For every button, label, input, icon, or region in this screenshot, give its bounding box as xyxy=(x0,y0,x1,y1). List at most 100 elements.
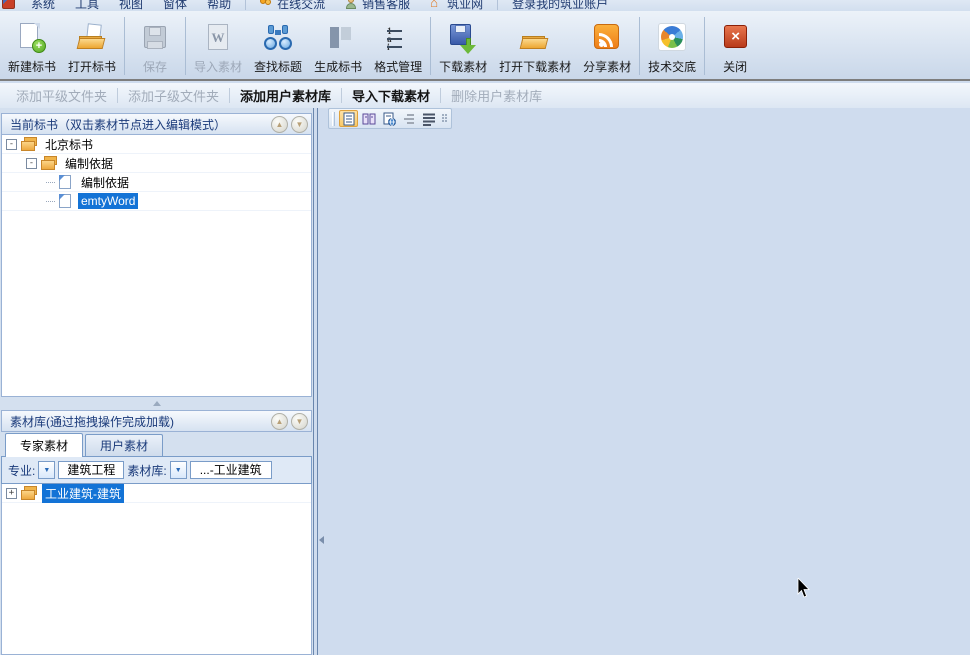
close-icon: × xyxy=(718,21,752,55)
tree-node-label[interactable]: 编制依据 xyxy=(78,173,132,192)
content-region: 当前标书（双击素材节点进入编辑模式） ▲ ▼ - 北京标书 - 编制依据 xyxy=(0,108,970,655)
collapse-expander-icon[interactable]: - xyxy=(6,139,17,150)
vertical-splitter[interactable] xyxy=(313,108,324,655)
open-downloaded-material-button[interactable]: 打开下载素材 xyxy=(493,13,577,79)
menu-system[interactable]: 系统 xyxy=(21,0,65,11)
major-filter-label: 专业: xyxy=(8,462,35,479)
draft-view-button[interactable] xyxy=(419,110,438,127)
find-title-button[interactable]: 查找标题 xyxy=(248,13,308,79)
book-view-icon xyxy=(362,112,376,126)
menu-tools[interactable]: 工具 xyxy=(65,0,109,11)
import-material-button[interactable]: W 导入素材 xyxy=(188,13,248,79)
menu-separator xyxy=(245,0,246,10)
expand-expander-icon[interactable]: + xyxy=(6,488,17,499)
indent-list-icon xyxy=(402,112,416,126)
move-down-button[interactable]: ▼ xyxy=(291,413,308,430)
save-floppy-icon xyxy=(138,21,172,55)
rss-share-icon xyxy=(590,21,624,55)
folder-icon xyxy=(41,156,58,170)
folder-icon xyxy=(21,137,38,151)
document-icon xyxy=(57,175,74,189)
collapse-expander-icon[interactable]: - xyxy=(26,158,37,169)
menu-view[interactable]: 视图 xyxy=(109,0,153,11)
action-bar: 添加平级文件夹 添加子级文件夹 添加用户素材库 导入下载素材 删除用户素材库 xyxy=(0,83,970,108)
delete-user-library-button[interactable]: 删除用户素材库 xyxy=(441,86,552,105)
add-child-folder-button[interactable]: 添加子级文件夹 xyxy=(118,86,229,105)
tab-expert-material[interactable]: 专家素材 xyxy=(5,433,83,457)
tab-user-material[interactable]: 用户素材 xyxy=(85,434,163,456)
tree-row[interactable]: + 工业建筑-建筑 xyxy=(2,484,311,503)
menu-zhuye-site[interactable]: ⌂ 筑业网 xyxy=(420,0,493,11)
toolbar-separator xyxy=(639,17,640,75)
tree-node-label-selected[interactable]: emtyWord xyxy=(78,193,138,209)
tree-node-label[interactable]: 编制依据 xyxy=(62,154,116,173)
tree-row[interactable]: - 编制依据 xyxy=(2,154,311,173)
toolbar-drag-handle[interactable] xyxy=(332,112,335,126)
document-globe-icon xyxy=(382,112,396,126)
library-filter-value[interactable]: ...-工业建筑 xyxy=(190,461,272,479)
open-folder-icon xyxy=(518,21,552,55)
generate-bid-button[interactable]: 生成标书 xyxy=(308,13,368,79)
person-icon xyxy=(345,0,358,9)
book-view-button[interactable] xyxy=(359,110,378,127)
app-logo-icon xyxy=(2,0,15,9)
web-document-button[interactable] xyxy=(379,110,398,127)
format-manage-button[interactable]: 1 a i 格式管理 xyxy=(368,13,428,79)
view-mini-toolbar xyxy=(328,108,452,129)
major-dropdown-button[interactable]: ▼ xyxy=(38,461,55,479)
major-filter-value[interactable]: 建筑工程 xyxy=(58,461,124,479)
menu-bar: 系统 工具 视图 窗体 帮助 在线交流 销售客服 ⌂ 筑业网 登录我的筑业账户 xyxy=(0,0,970,11)
new-bid-button[interactable]: + 新建标书 xyxy=(2,13,62,79)
document-view-button[interactable] xyxy=(339,110,358,127)
current-bid-panel-title: 当前标书（双击素材节点进入编辑模式） xyxy=(10,116,226,133)
import-downloaded-material-button[interactable]: 导入下载素材 xyxy=(342,86,440,105)
download-save-icon xyxy=(446,21,480,55)
tree-connector xyxy=(46,182,55,183)
tech-disclosure-button[interactable]: 技术交底 xyxy=(642,13,702,79)
add-user-library-button[interactable]: 添加用户素材库 xyxy=(230,86,341,105)
work-area xyxy=(324,108,970,655)
close-button[interactable]: × 关闭 xyxy=(707,13,763,79)
move-down-button[interactable]: ▼ xyxy=(291,116,308,133)
toolbar-separator xyxy=(430,17,431,75)
menu-sales-service[interactable]: 销售客服 xyxy=(335,0,420,11)
paragraph-blocks-icon xyxy=(321,21,355,55)
move-up-button[interactable]: ▲ xyxy=(271,116,288,133)
menu-online-chat[interactable]: 在线交流 xyxy=(250,0,335,11)
tree-node-label-selected[interactable]: 工业建筑-建筑 xyxy=(42,484,124,503)
current-bid-tree: - 北京标书 - 编制依据 编制依据 emtyWord xyxy=(1,135,312,397)
menu-separator xyxy=(497,0,498,10)
menu-login-account[interactable]: 登录我的筑业账户 xyxy=(502,0,618,11)
tree-row[interactable]: emtyWord xyxy=(2,192,311,211)
open-folder-icon xyxy=(75,21,109,55)
move-up-button[interactable]: ▲ xyxy=(271,413,288,430)
pinwheel-icon xyxy=(655,21,689,55)
open-bid-button[interactable]: 打开标书 xyxy=(62,13,122,79)
app-window: 系统 工具 视图 窗体 帮助 在线交流 销售客服 ⌂ 筑业网 登录我的筑业账户 xyxy=(0,0,970,655)
toolbar-separator xyxy=(124,17,125,75)
numbered-list-icon: 1 a i xyxy=(381,21,415,55)
left-column: 当前标书（双击素材节点进入编辑模式） ▲ ▼ - 北京标书 - 编制依据 xyxy=(0,108,313,655)
share-material-button[interactable]: 分享素材 xyxy=(577,13,637,79)
material-tabs: 专家素材 用户素材 xyxy=(1,432,312,457)
toolbar-separator xyxy=(185,17,186,75)
menu-help[interactable]: 帮助 xyxy=(197,0,241,11)
binoculars-icon xyxy=(261,21,295,55)
menu-window[interactable]: 窗体 xyxy=(153,0,197,11)
library-dropdown-button[interactable]: ▼ xyxy=(170,461,187,479)
splitter-line xyxy=(317,108,318,655)
outline-view-button[interactable] xyxy=(399,110,418,127)
add-sibling-folder-button[interactable]: 添加平级文件夹 xyxy=(6,86,117,105)
material-panel-title: 素材库(通过拖拽操作完成加载) xyxy=(10,413,174,430)
download-material-button[interactable]: 下载素材 xyxy=(433,13,493,79)
horizontal-splitter[interactable] xyxy=(1,397,312,410)
tree-node-label[interactable]: 北京标书 xyxy=(42,135,96,154)
toolbar-separator xyxy=(704,17,705,75)
home-icon: ⌂ xyxy=(430,0,443,9)
tree-row[interactable]: - 北京标书 xyxy=(2,135,311,154)
new-document-icon: + xyxy=(15,21,49,55)
tree-row[interactable]: 编制依据 xyxy=(2,173,311,192)
toolbar-overflow-grip[interactable] xyxy=(442,114,448,123)
current-bid-panel-header: 当前标书（双击素材节点进入编辑模式） ▲ ▼ xyxy=(1,113,312,135)
save-button[interactable]: 保存 xyxy=(127,13,183,79)
